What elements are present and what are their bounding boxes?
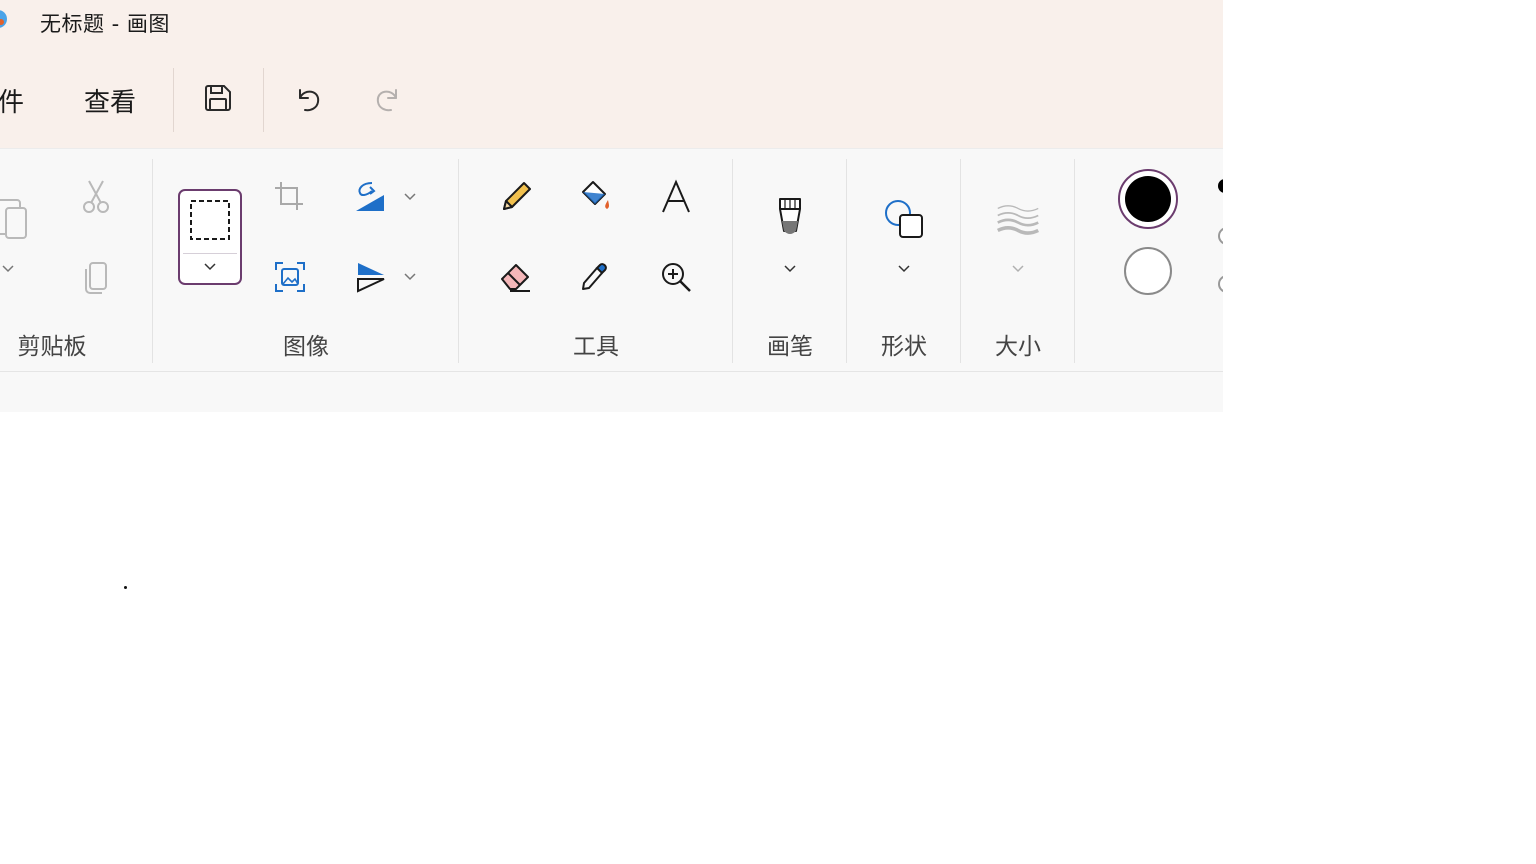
brush-icon (779, 198, 801, 234)
shapes-icon (885, 200, 923, 238)
paste-chevron-icon[interactable] (0, 263, 16, 275)
rotate-button[interactable] (348, 175, 392, 219)
save-icon (205, 85, 231, 111)
text-icon (662, 179, 690, 213)
copy-button[interactable] (74, 255, 118, 299)
select-button-divider (183, 253, 237, 254)
menu-file[interactable]: 件 (0, 82, 24, 119)
line-size-icon (996, 205, 1040, 235)
resize-button[interactable] (268, 255, 312, 299)
text-tool-button[interactable] (654, 175, 698, 219)
ribbon-bottom-strip (0, 371, 1223, 413)
title-bar: 无标题 - 画图 (0, 0, 1223, 48)
rotate-icon (356, 182, 384, 211)
cut-button[interactable] (74, 175, 118, 219)
resize-image-icon (275, 262, 305, 292)
zoom-in-icon (662, 263, 691, 292)
palette-swatch-white-2[interactable] (1218, 275, 1223, 293)
brushes-chevron-icon[interactable] (782, 263, 798, 275)
color-picker-button[interactable] (574, 255, 618, 299)
select-chevron-icon[interactable] (203, 262, 217, 272)
flip-icon (357, 263, 385, 293)
crop-button[interactable] (268, 175, 312, 219)
shapes-button[interactable] (882, 197, 926, 241)
crop-icon (275, 182, 303, 210)
magnifier-tool-button[interactable] (654, 255, 698, 299)
eraser-icon (501, 264, 530, 292)
undo-button[interactable] (286, 76, 330, 120)
drawing-canvas[interactable] (0, 412, 1223, 864)
palette-swatch-black[interactable] (1218, 179, 1223, 193)
menu-divider-2 (263, 68, 264, 132)
eyedropper-icon (582, 263, 607, 290)
flip-button[interactable] (348, 255, 392, 299)
group-label-brushes: 画笔 (767, 334, 813, 360)
size-button[interactable] (996, 197, 1040, 241)
shapes-chevron-icon[interactable] (896, 263, 912, 275)
paste-button[interactable] (0, 197, 34, 241)
fill-bucket-icon (582, 181, 609, 209)
redo-button[interactable] (366, 76, 410, 120)
palette-swatch-white[interactable] (1218, 227, 1223, 245)
flip-chevron-icon[interactable] (402, 271, 418, 283)
fill-tool-button[interactable] (574, 175, 618, 219)
pencil-icon (503, 182, 531, 210)
menu-view[interactable]: 查看 (84, 82, 136, 119)
group-divider (732, 159, 733, 363)
group-divider (152, 159, 153, 363)
save-button[interactable] (196, 76, 240, 120)
group-label-clipboard: 剪贴板 (17, 334, 87, 360)
brushes-button[interactable] (768, 197, 812, 241)
eraser-tool-button[interactable] (494, 255, 538, 299)
group-label-image: 图像 (283, 334, 329, 360)
rectangle-select-icon (190, 200, 230, 240)
redo-icon (376, 89, 397, 112)
ribbon: 剪贴板 图像 工具 画笔 形状 大小 (0, 148, 1223, 371)
canvas-dot (124, 586, 127, 589)
group-divider (846, 159, 847, 363)
group-divider (1074, 159, 1075, 363)
group-label-size: 大小 (995, 334, 1041, 360)
size-chevron-icon[interactable] (1010, 263, 1026, 275)
menu-divider (173, 68, 174, 132)
paste-icon (0, 199, 27, 239)
primary-color-swatch[interactable] (1118, 169, 1178, 229)
rotate-chevron-icon[interactable] (402, 191, 418, 203)
pencil-tool-button[interactable] (494, 175, 538, 219)
scissors-icon (83, 180, 109, 213)
primary-color-fill (1125, 176, 1171, 222)
group-label-shapes: 形状 (881, 334, 927, 360)
group-label-tools: 工具 (573, 334, 619, 360)
group-divider (458, 159, 459, 363)
menu-bar: 件 查看 (0, 48, 1223, 148)
group-divider (960, 159, 961, 363)
copy-icon (85, 262, 107, 294)
undo-icon (299, 89, 320, 112)
paint-app-icon (0, 6, 8, 32)
secondary-color-swatch[interactable] (1124, 247, 1172, 295)
window-title: 无标题 - 画图 (40, 12, 170, 36)
select-button[interactable] (178, 189, 242, 285)
paint-window: 无标题 - 画图 件 查看 剪贴板 图像 工具 画笔 形状 大小 (0, 0, 1223, 864)
